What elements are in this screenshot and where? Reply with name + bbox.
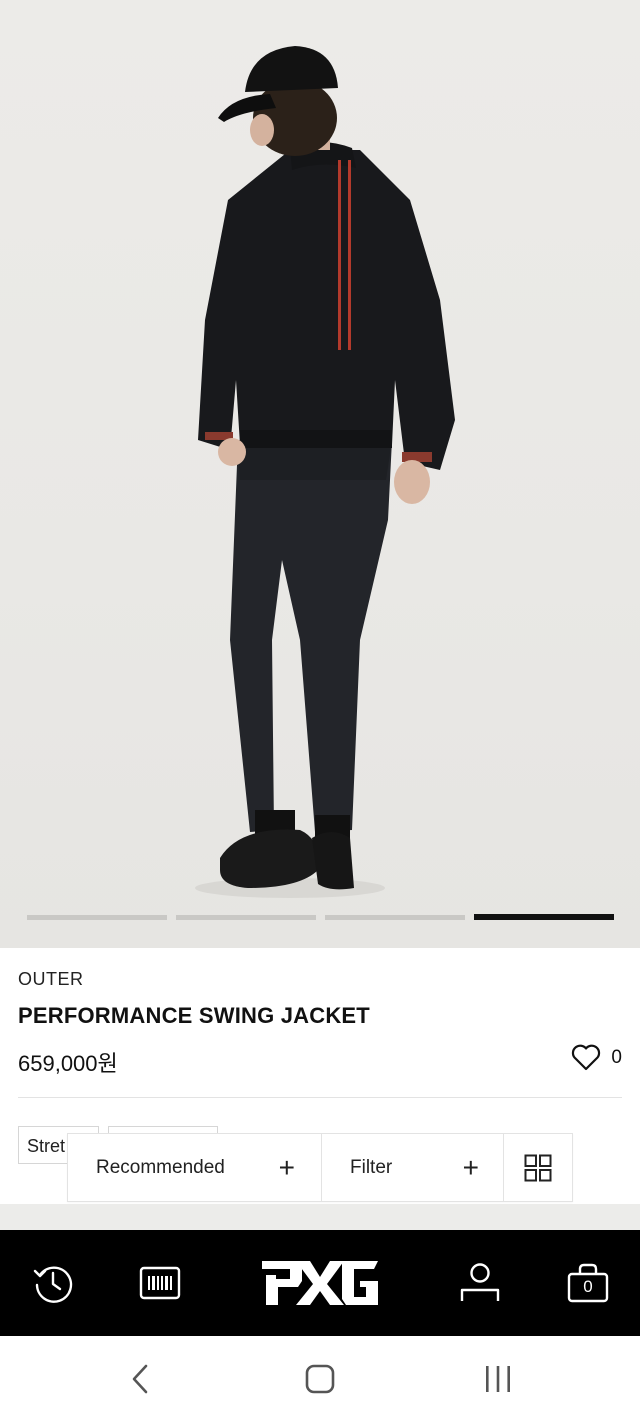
my-account-button[interactable] [444, 1230, 516, 1336]
cart-count-badge: 0 [583, 1277, 593, 1296]
product-price: 659,000원 [18, 1051, 118, 1076]
system-back-button[interactable] [110, 1336, 170, 1422]
gallery-indicator-active[interactable] [474, 914, 614, 920]
like-control[interactable]: 0 [571, 1044, 622, 1071]
pxg-logo-home[interactable] [252, 1230, 388, 1336]
recent-history-button[interactable] [18, 1230, 88, 1336]
plus-icon: + [462, 1151, 479, 1183]
product-photo [195, 46, 455, 898]
system-nav-bar [0, 1336, 640, 1422]
sort-recommended-button[interactable]: Recommended + [68, 1134, 322, 1201]
like-count: 0 [611, 1046, 622, 1068]
product-title: PERFORMANCE SWING JACKET [18, 1003, 370, 1028]
gallery-indicator[interactable] [27, 915, 167, 920]
pxg-logo [262, 1261, 378, 1305]
home-square-icon [305, 1364, 335, 1394]
user-icon [460, 1263, 500, 1301]
grid-icon [524, 1154, 552, 1181]
gallery-indicator[interactable] [325, 915, 465, 920]
history-icon [33, 1266, 73, 1303]
recents-icon [486, 1366, 510, 1392]
filter-button[interactable]: Filter + [322, 1134, 504, 1201]
sort-filter-bar: Recommended + Filter + [67, 1133, 573, 1202]
product-image-gallery[interactable] [0, 0, 640, 948]
back-chevron-icon [132, 1364, 148, 1394]
gallery-indicator[interactable] [176, 915, 316, 920]
app-bottom-nav: 0 [0, 1230, 640, 1336]
heart-icon[interactable] [571, 1044, 601, 1071]
barcode-button[interactable] [124, 1230, 196, 1336]
system-recents-button[interactable] [468, 1336, 528, 1422]
system-home-button[interactable] [290, 1336, 350, 1422]
barcode-icon [139, 1266, 181, 1300]
filter-label: Filter [350, 1156, 393, 1178]
next-content-peek [0, 1204, 640, 1230]
cart-button[interactable]: 0 [552, 1230, 624, 1336]
plus-icon: + [278, 1151, 295, 1183]
divider [18, 1097, 622, 1098]
product-category: OUTER [18, 969, 84, 989]
grid-view-toggle[interactable] [504, 1134, 572, 1201]
gallery-indicators[interactable] [27, 914, 614, 920]
sort-label: Recommended [96, 1156, 225, 1178]
